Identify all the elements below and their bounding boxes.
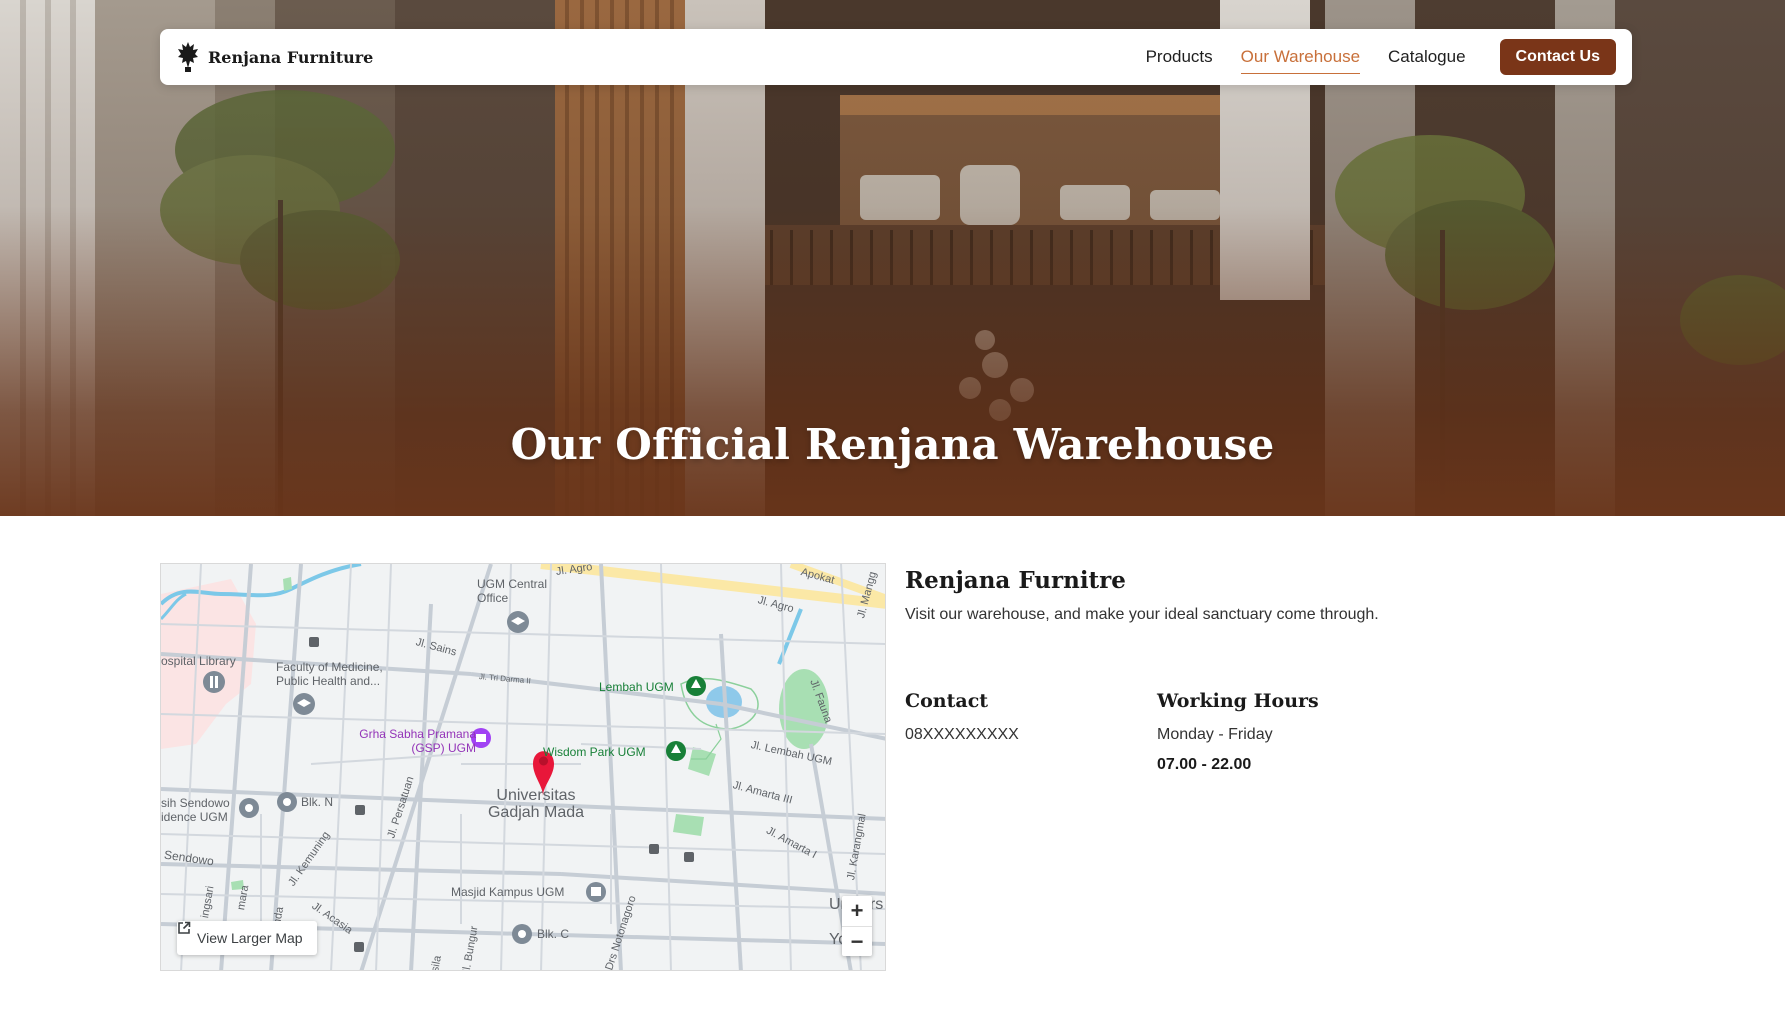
hero-title: Our Official Renjana Warehouse: [510, 420, 1275, 469]
map-streets: [161, 564, 885, 970]
view-larger-map-button[interactable]: View Larger Map: [177, 921, 317, 955]
contact-us-button[interactable]: Contact Us: [1499, 39, 1616, 75]
zoom-in-button[interactable]: +: [842, 896, 872, 926]
renjana-logo-icon: [176, 41, 200, 73]
map-label-universitas: Universitas Gadjah Mada: [487, 787, 585, 821]
nav-link-products[interactable]: Products: [1146, 41, 1213, 73]
hours-days: Monday - Friday: [1157, 726, 1273, 743]
map-label-blk-n: Blk. N: [301, 795, 334, 809]
map-label-wisdom-park: Wisdom Park UGM: [543, 745, 646, 759]
map-label-masjid: Masjid Kampus UGM: [451, 885, 565, 899]
map-label-blk-c: Blk. C: [537, 927, 570, 941]
top-navbar: Renjana Furniture Products Our Warehouse…: [160, 29, 1632, 85]
map-label-hospital-library: ospital Library: [161, 654, 236, 668]
hours-time: 07.00 - 22.00: [1157, 756, 1252, 773]
contact-column: Contact 08XXXXXXXXX: [905, 690, 1019, 744]
embedded-map[interactable]: ospital Library UGM Central Office Facul…: [160, 563, 886, 971]
map-label-grha-sabha: Grha Sabha Pramana (GSP) UGM: [359, 727, 476, 755]
brand[interactable]: Renjana Furniture: [176, 41, 373, 73]
map-label-sendowo-residence: sih Sendowo idence UGM: [161, 796, 230, 824]
map-label-faculty-medicine: Faculty of Medicine, Public Health and..…: [276, 660, 383, 688]
nav-link-our-warehouse[interactable]: Our Warehouse: [1240, 41, 1361, 74]
brand-name: Renjana Furniture: [208, 47, 374, 67]
zoom-out-button[interactable]: −: [842, 926, 872, 956]
nav-links: Products Our Warehouse Catalogue Contact…: [1146, 39, 1616, 75]
warehouse-info: Renjana Furnitre Visit our warehouse, an…: [905, 563, 1605, 773]
warehouse-name: Renjana Furnitre: [905, 567, 1126, 594]
hours-column: Working Hours Monday - Friday 07.00 - 22…: [1157, 690, 1319, 774]
nav-link-catalogue[interactable]: Catalogue: [1388, 41, 1466, 73]
contact-heading: Contact: [905, 690, 989, 712]
map-label-ugm-central-office: UGM Central Office: [477, 577, 548, 605]
contact-phone: 08XXXXXXXXX: [905, 726, 1019, 743]
map-label-lembah-ugm: Lembah UGM: [599, 680, 674, 694]
view-larger-map-label: View Larger Map: [197, 930, 303, 946]
map-zoom-controls: + −: [842, 896, 872, 956]
road-label-asila: asila: [428, 954, 444, 971]
hours-heading: Working Hours: [1157, 690, 1319, 712]
warehouse-description: Visit our warehouse, and make your ideal…: [905, 606, 1379, 623]
